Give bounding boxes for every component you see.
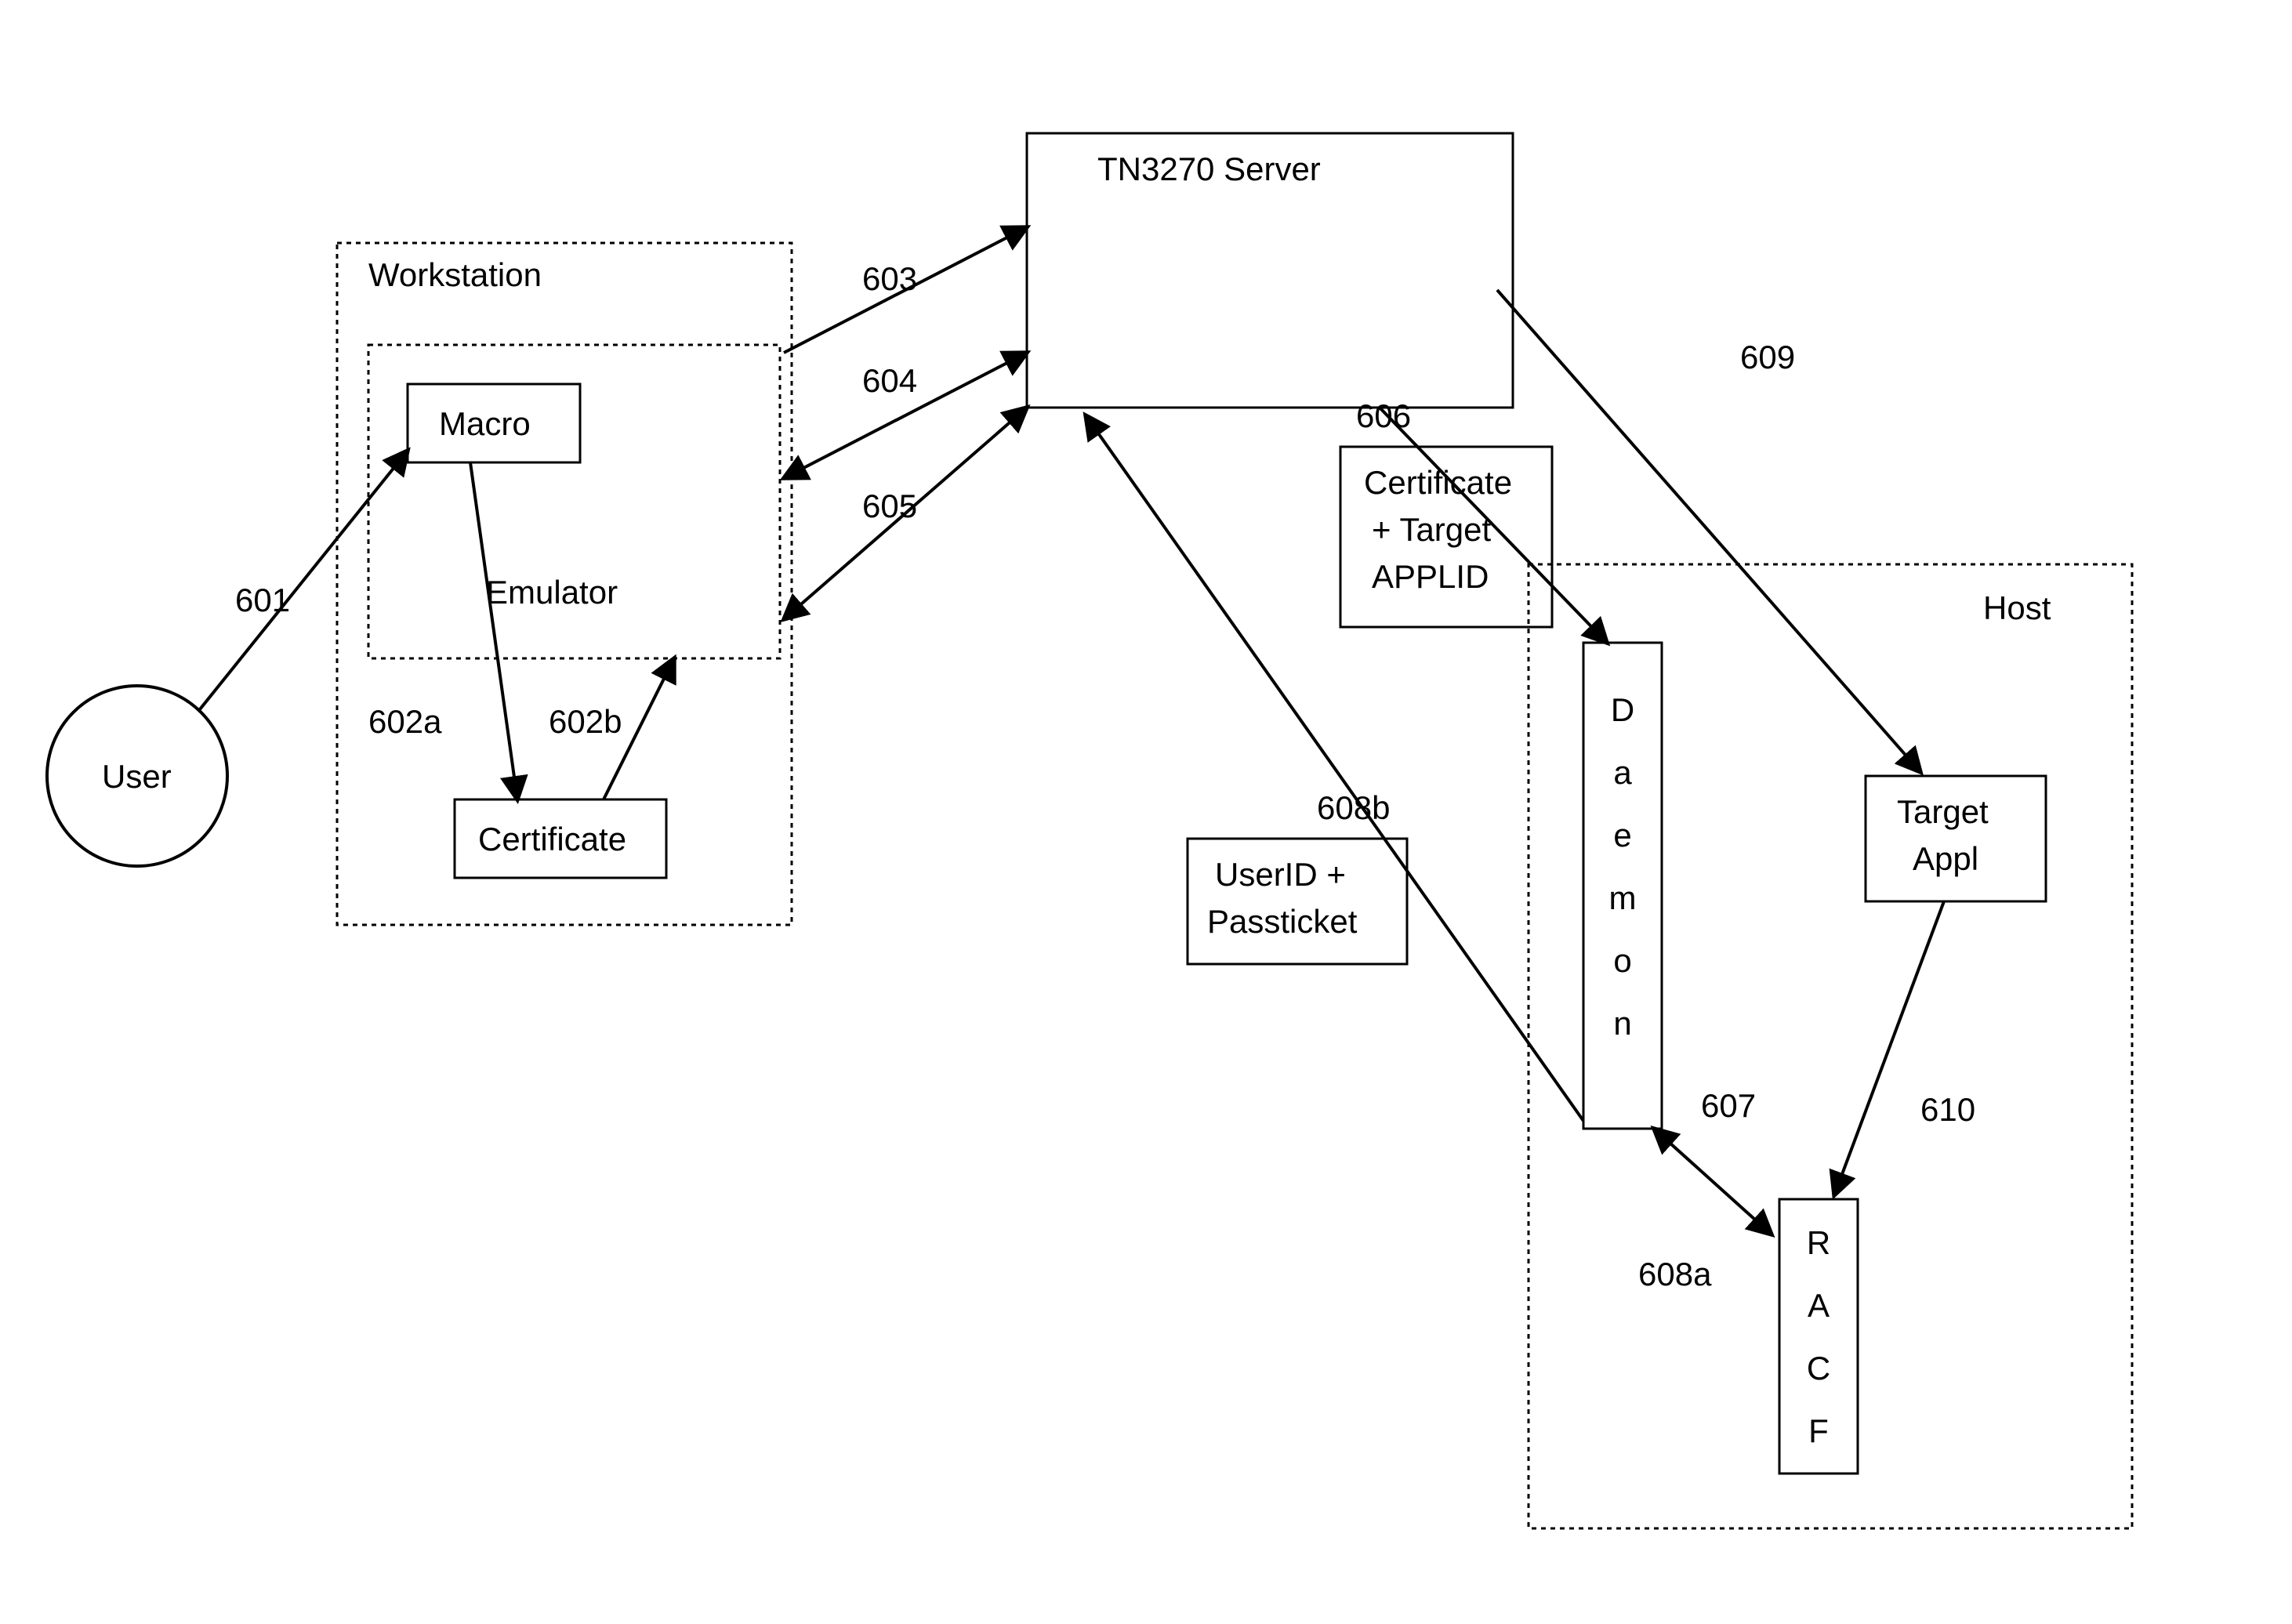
cert-applid-l3: APPLID	[1372, 558, 1489, 595]
cert-applid-l2: + Target	[1372, 511, 1491, 548]
edge-607-label: 607	[1701, 1087, 1756, 1124]
edge-601	[200, 451, 408, 709]
daemon-d: D	[1611, 691, 1634, 728]
edge-608b	[1086, 415, 1583, 1121]
racf-a: A	[1808, 1287, 1830, 1324]
daemon-a: a	[1613, 754, 1632, 791]
user-label: User	[102, 758, 172, 795]
tn3270-label: TN3270 Server	[1097, 150, 1321, 187]
edge-602a-label: 602a	[368, 703, 442, 740]
daemon-n: n	[1613, 1005, 1631, 1042]
daemon-o: o	[1613, 942, 1631, 979]
edge-609	[1497, 290, 1920, 772]
edge-610	[1834, 901, 1944, 1195]
edge-606-label: 606	[1356, 397, 1411, 434]
daemon-e: e	[1613, 817, 1631, 854]
racf-r: R	[1807, 1224, 1830, 1261]
certificate-label: Certificate	[478, 821, 626, 857]
edge-609-label: 609	[1740, 339, 1795, 375]
emulator-label: Emulator	[486, 574, 618, 611]
target-appl-l1: Target	[1897, 793, 1989, 830]
edge-602b-label: 602b	[549, 703, 622, 740]
edge-608a-label: 608a	[1638, 1256, 1712, 1292]
emulator-container	[368, 345, 780, 658]
edge-604-label: 604	[862, 362, 917, 399]
edge-607	[1654, 1129, 1772, 1234]
edge-601-label: 601	[235, 582, 290, 618]
edge-603-label: 603	[862, 260, 917, 297]
host-label: Host	[1983, 589, 2051, 626]
workstation-label: Workstation	[368, 256, 542, 293]
racf-c: C	[1807, 1350, 1830, 1387]
edge-605-label: 605	[862, 488, 917, 524]
userid-l2: Passticket	[1207, 903, 1358, 940]
diagram-canvas: Workstation Emulator Host User Macro Cer…	[0, 0, 2292, 1624]
daemon-m: m	[1609, 879, 1637, 916]
target-appl-l2: Appl	[1913, 840, 1978, 877]
edge-602a	[470, 462, 517, 799]
edge-608b-label: 608b	[1317, 789, 1390, 826]
userid-l1: UserID +	[1215, 856, 1346, 893]
racf-f: F	[1808, 1412, 1829, 1449]
edge-610-label: 610	[1920, 1091, 1975, 1128]
macro-label: Macro	[439, 405, 531, 442]
